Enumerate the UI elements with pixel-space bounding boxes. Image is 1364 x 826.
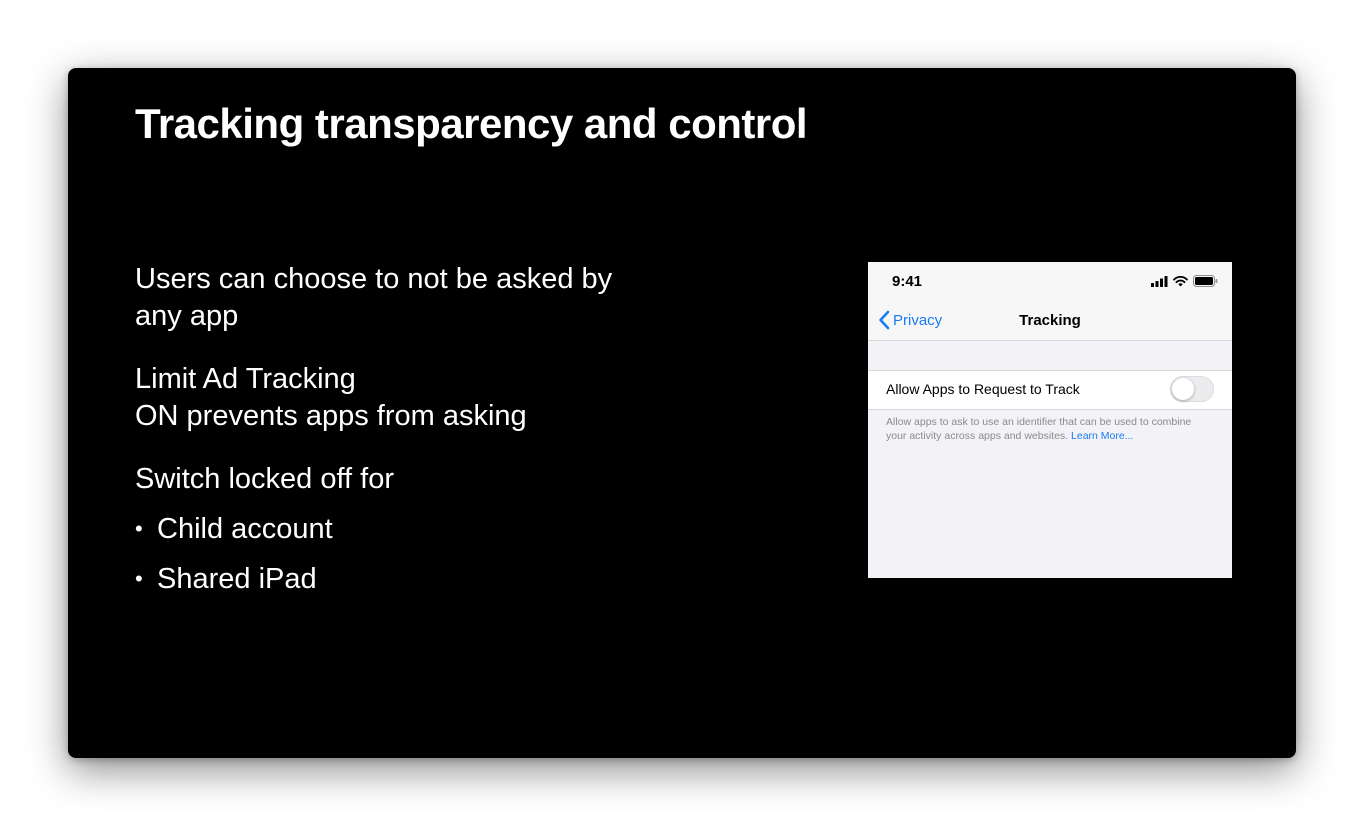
bullet-item: • Shared iPad [135,560,317,598]
toggle-knob [1172,378,1194,400]
status-time: 9:41 [892,273,923,290]
bullet-item: • Child account [135,510,333,548]
paragraph-limit-ad-tracking: Limit Ad Tracking ON prevents apps from … [135,361,527,435]
paragraph-line: Switch locked off for [135,463,394,495]
bullet-dot: • [135,516,143,541]
bullet-dot: • [135,566,143,591]
paragraph-line: Limit Ad Tracking [135,363,356,395]
navigation-bar: Privacy Tracking [868,302,1232,341]
ios-settings-screenshot: 9:41 Privacy Tracking Allow Apps to Requ… [868,262,1232,578]
learn-more-link[interactable]: Learn More... [1071,430,1133,442]
paragraph-line: Users can choose to not be asked by [135,263,613,295]
tracking-footer-note: Allow apps to ask to use an identifier t… [886,415,1206,443]
battery-icon [1193,275,1218,287]
setting-label: Allow Apps to Request to Track [886,381,1080,397]
slide-title: Tracking transparency and control [135,100,808,147]
status-bar: 9:41 [868,262,1232,302]
paragraph-switch-locked: Switch locked off for [135,461,394,498]
bullet-label: Child account [157,513,333,545]
bullet-label: Shared iPad [157,563,317,595]
nav-title: Tracking [1019,312,1081,329]
allow-tracking-toggle[interactable] [1170,376,1214,402]
footer-text: Allow apps to ask to use an identifier t… [886,416,1192,442]
paragraph-line: any app [135,300,239,332]
paragraph-users-choose: Users can choose to not be asked by any … [135,261,612,335]
allow-tracking-requests-row: Allow Apps to Request to Track [868,370,1232,410]
status-icons [1151,275,1218,287]
wifi-icon [1173,275,1188,286]
presentation-slide: Tracking transparency and control Users … [68,68,1296,758]
cellular-signal-icon [1151,275,1168,287]
paragraph-line: ON prevents apps from asking [135,400,527,432]
